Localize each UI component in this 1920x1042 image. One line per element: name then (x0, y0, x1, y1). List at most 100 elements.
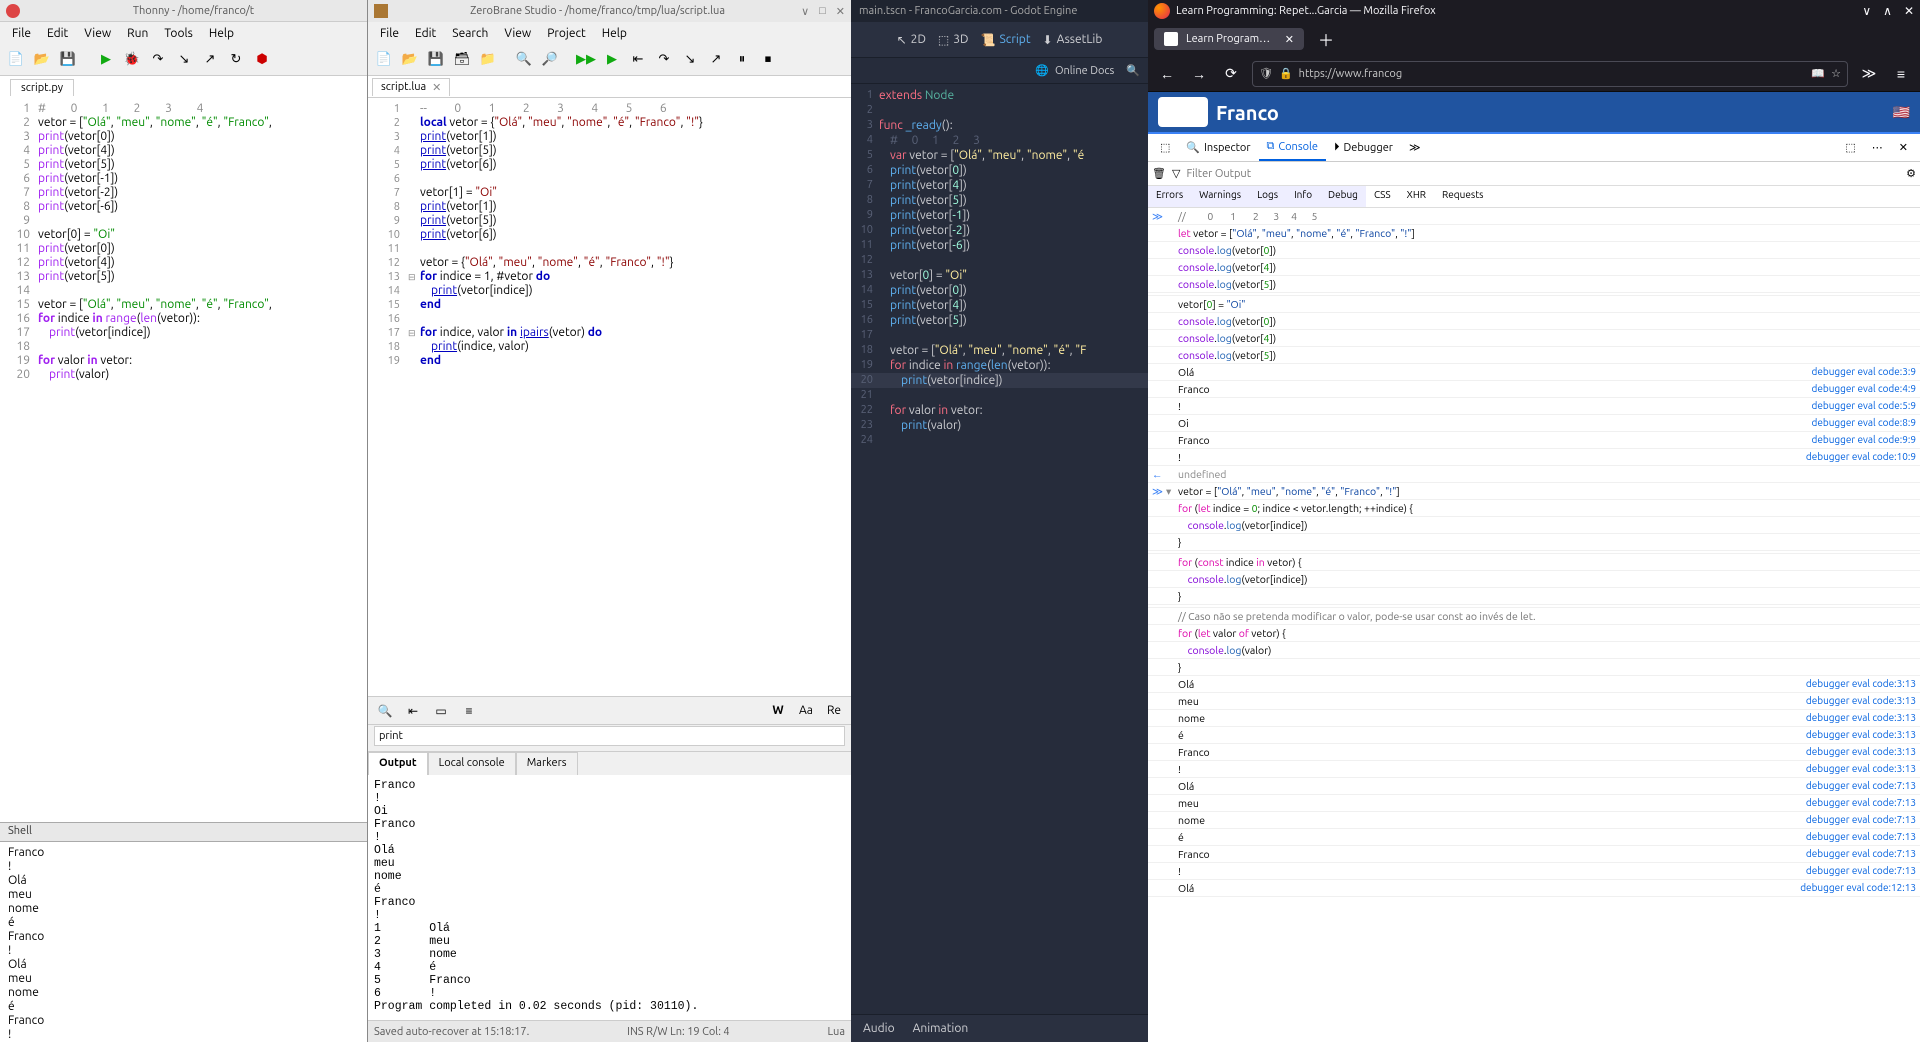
close-tab-icon[interactable]: ✕ (432, 81, 441, 94)
more-tabs-icon[interactable]: ≫ (1401, 135, 1429, 160)
cat-logs[interactable]: Logs (1249, 186, 1286, 207)
tab-debugger[interactable]: ⏵ Debugger (1326, 135, 1401, 160)
output-tab-local-console[interactable]: Local console (428, 752, 516, 775)
filter-input[interactable] (1186, 168, 1900, 180)
project-icon[interactable]: 📁 (476, 48, 500, 72)
bottom-animation[interactable]: Animation (913, 1022, 969, 1035)
dt-close-icon[interactable]: ✕ (1891, 135, 1916, 160)
cat-warnings[interactable]: Warnings (1191, 186, 1249, 207)
godot-editor[interactable]: 1extends Node23func _ready():4 # 0 1 2 3… (851, 84, 1148, 1014)
run-single-icon[interactable]: ▶ (600, 48, 624, 72)
menu-run[interactable]: Run (121, 25, 154, 42)
dt-menu-icon[interactable]: ⋯ (1864, 135, 1891, 160)
zb-titlebar[interactable]: ZeroBrane Studio - /home/franco/tmp/lua/… (368, 0, 851, 22)
settings-icon[interactable]: ⚙ (1906, 167, 1916, 180)
menu-tools[interactable]: Tools (158, 25, 199, 42)
stop-icon[interactable]: ⏹ (756, 48, 780, 72)
zb-find-input[interactable] (374, 726, 845, 746)
replace-icon[interactable]: 🔎 (538, 48, 562, 72)
step-over-icon[interactable]: ↷ (146, 48, 170, 72)
find-prev-icon[interactable]: ⇤ (402, 700, 424, 722)
menu-help[interactable]: Help (203, 25, 240, 42)
find-list-icon[interactable]: ≡ (458, 700, 480, 722)
whole-word-button[interactable]: W (767, 700, 789, 722)
bottom-audio[interactable]: Audio (863, 1022, 895, 1035)
step-into-icon[interactable]: ↘ (678, 48, 702, 72)
menu-file[interactable]: File (374, 25, 405, 42)
tab-console[interactable]: ⧉ Console (1259, 134, 1326, 161)
new-tab-button[interactable]: ＋ (1310, 23, 1342, 55)
maximize-icon[interactable]: ∧ (1883, 4, 1892, 18)
godot-titlebar[interactable]: main.tscn - FrancoGarcia.com - Godot Eng… (851, 0, 1148, 22)
mode-3d[interactable]: ⬚3D (938, 33, 969, 47)
clear-console-icon[interactable]: 🗑 (1152, 167, 1166, 180)
menu-view[interactable]: View (78, 25, 117, 42)
minimize-icon[interactable]: ∨ (801, 5, 809, 18)
zb-editor[interactable]: 1-- 0 1 2 3 4 5 62local vetor = {"Olá", … (368, 98, 851, 696)
menu-help[interactable]: Help (596, 25, 633, 42)
thonny-shell-header[interactable]: Shell (0, 822, 367, 842)
cat-debug[interactable]: Debug (1320, 186, 1366, 207)
responsive-icon[interactable]: ⬚ (1837, 135, 1863, 160)
stop-icon[interactable]: ⬢ (250, 48, 274, 72)
overflow-icon[interactable]: ≫ (1858, 65, 1880, 82)
find-icon[interactable]: 🔍 (512, 48, 536, 72)
menu-edit[interactable]: Edit (409, 25, 442, 42)
thonny-shell[interactable]: Franco ! Olá meu nome é Franco ! Olá meu… (0, 842, 367, 1042)
debug-start-icon[interactable]: ⇤ (626, 48, 650, 72)
mode-assetlib[interactable]: ⬇AssetLib (1043, 33, 1103, 47)
run-icon[interactable]: ▶ (94, 48, 118, 72)
save-all-icon[interactable]: 🗃 (450, 48, 474, 72)
step-into-icon[interactable]: ↘ (172, 48, 196, 72)
online-docs-link[interactable]: Online Docs (1055, 65, 1114, 77)
match-case-button[interactable]: Aa (795, 700, 817, 722)
mode-2d[interactable]: ↖2D (897, 33, 926, 47)
resume-icon[interactable]: ↻ (224, 48, 248, 72)
cat-xhr[interactable]: XHR (1399, 186, 1434, 207)
bookmark-icon[interactable]: ☆ (1831, 67, 1841, 80)
reload-button[interactable]: ⟳ (1220, 65, 1242, 82)
new-icon[interactable]: 📄 (372, 48, 396, 72)
forward-button[interactable]: → (1188, 66, 1210, 82)
save-icon[interactable]: 💾 (424, 48, 448, 72)
console-body[interactable]: ≫// 0 1 2 3 4 5let vetor = ["Olá", "meu"… (1148, 208, 1920, 1042)
thonny-editor[interactable]: 1# 0 1 2 3 42vetor = ["Olá", "meu", "nom… (0, 98, 367, 822)
menu-search[interactable]: Search (446, 25, 494, 42)
inspect-icon[interactable]: ⬚ (1152, 135, 1178, 160)
shield-icon[interactable]: 🛡 (1259, 67, 1273, 80)
step-over-icon[interactable]: ↷ (652, 48, 676, 72)
open-file-icon[interactable]: 📂 (30, 48, 54, 72)
step-out-icon[interactable]: ↗ (198, 48, 222, 72)
cat-errors[interactable]: Errors (1148, 186, 1191, 207)
ff-urlbar[interactable]: 🛡 🔒 https://www.francog 📖 ☆ (1252, 61, 1848, 87)
output-tab-output[interactable]: Output (368, 752, 428, 775)
minimize-icon[interactable]: ∨ (1862, 4, 1871, 18)
close-icon[interactable]: ✕ (836, 5, 845, 18)
run-icon[interactable]: ▶▶ (574, 48, 598, 72)
zb-output[interactable]: Franco ! Oi Franco ! Olá meu nome é Fran… (368, 775, 851, 1020)
search-help-icon[interactable]: 🔍 (1126, 64, 1140, 77)
new-file-icon[interactable]: 📄 (4, 48, 28, 72)
menu-file[interactable]: File (6, 25, 37, 42)
mode-script[interactable]: 📜Script (981, 33, 1031, 47)
find-marker-icon[interactable]: ▭ (430, 700, 452, 722)
cat-requests[interactable]: Requests (1434, 186, 1491, 207)
cat-info[interactable]: Info (1286, 186, 1320, 207)
maximize-icon[interactable]: □ (819, 5, 826, 18)
step-out-icon[interactable]: ↗ (704, 48, 728, 72)
menu-icon[interactable]: ≡ (1890, 66, 1912, 82)
regex-button[interactable]: Re (823, 700, 845, 722)
cat-css[interactable]: CSS (1366, 186, 1399, 207)
close-tab-icon[interactable]: ✕ (1285, 33, 1294, 46)
debug-icon[interactable]: 🐞 (120, 48, 144, 72)
find-close-icon[interactable]: 🔍 (374, 700, 396, 722)
back-button[interactable]: ← (1156, 66, 1178, 82)
ff-titlebar[interactable]: Learn Programming: Repet...Garcia — Mozi… (1148, 0, 1920, 22)
flag-icon[interactable]: 🇺🇸 (1893, 104, 1910, 121)
tab-inspector[interactable]: 🔍 Inspector (1178, 135, 1258, 160)
open-icon[interactable]: 📂 (398, 48, 422, 72)
close-icon[interactable]: ✕ (1904, 4, 1914, 18)
ff-tab[interactable]: Learn Programming: Repetitic ✕ (1154, 28, 1304, 50)
break-icon[interactable]: ⏸ (730, 48, 754, 72)
thonny-titlebar[interactable]: Thonny - /home/franco/t (0, 0, 367, 22)
